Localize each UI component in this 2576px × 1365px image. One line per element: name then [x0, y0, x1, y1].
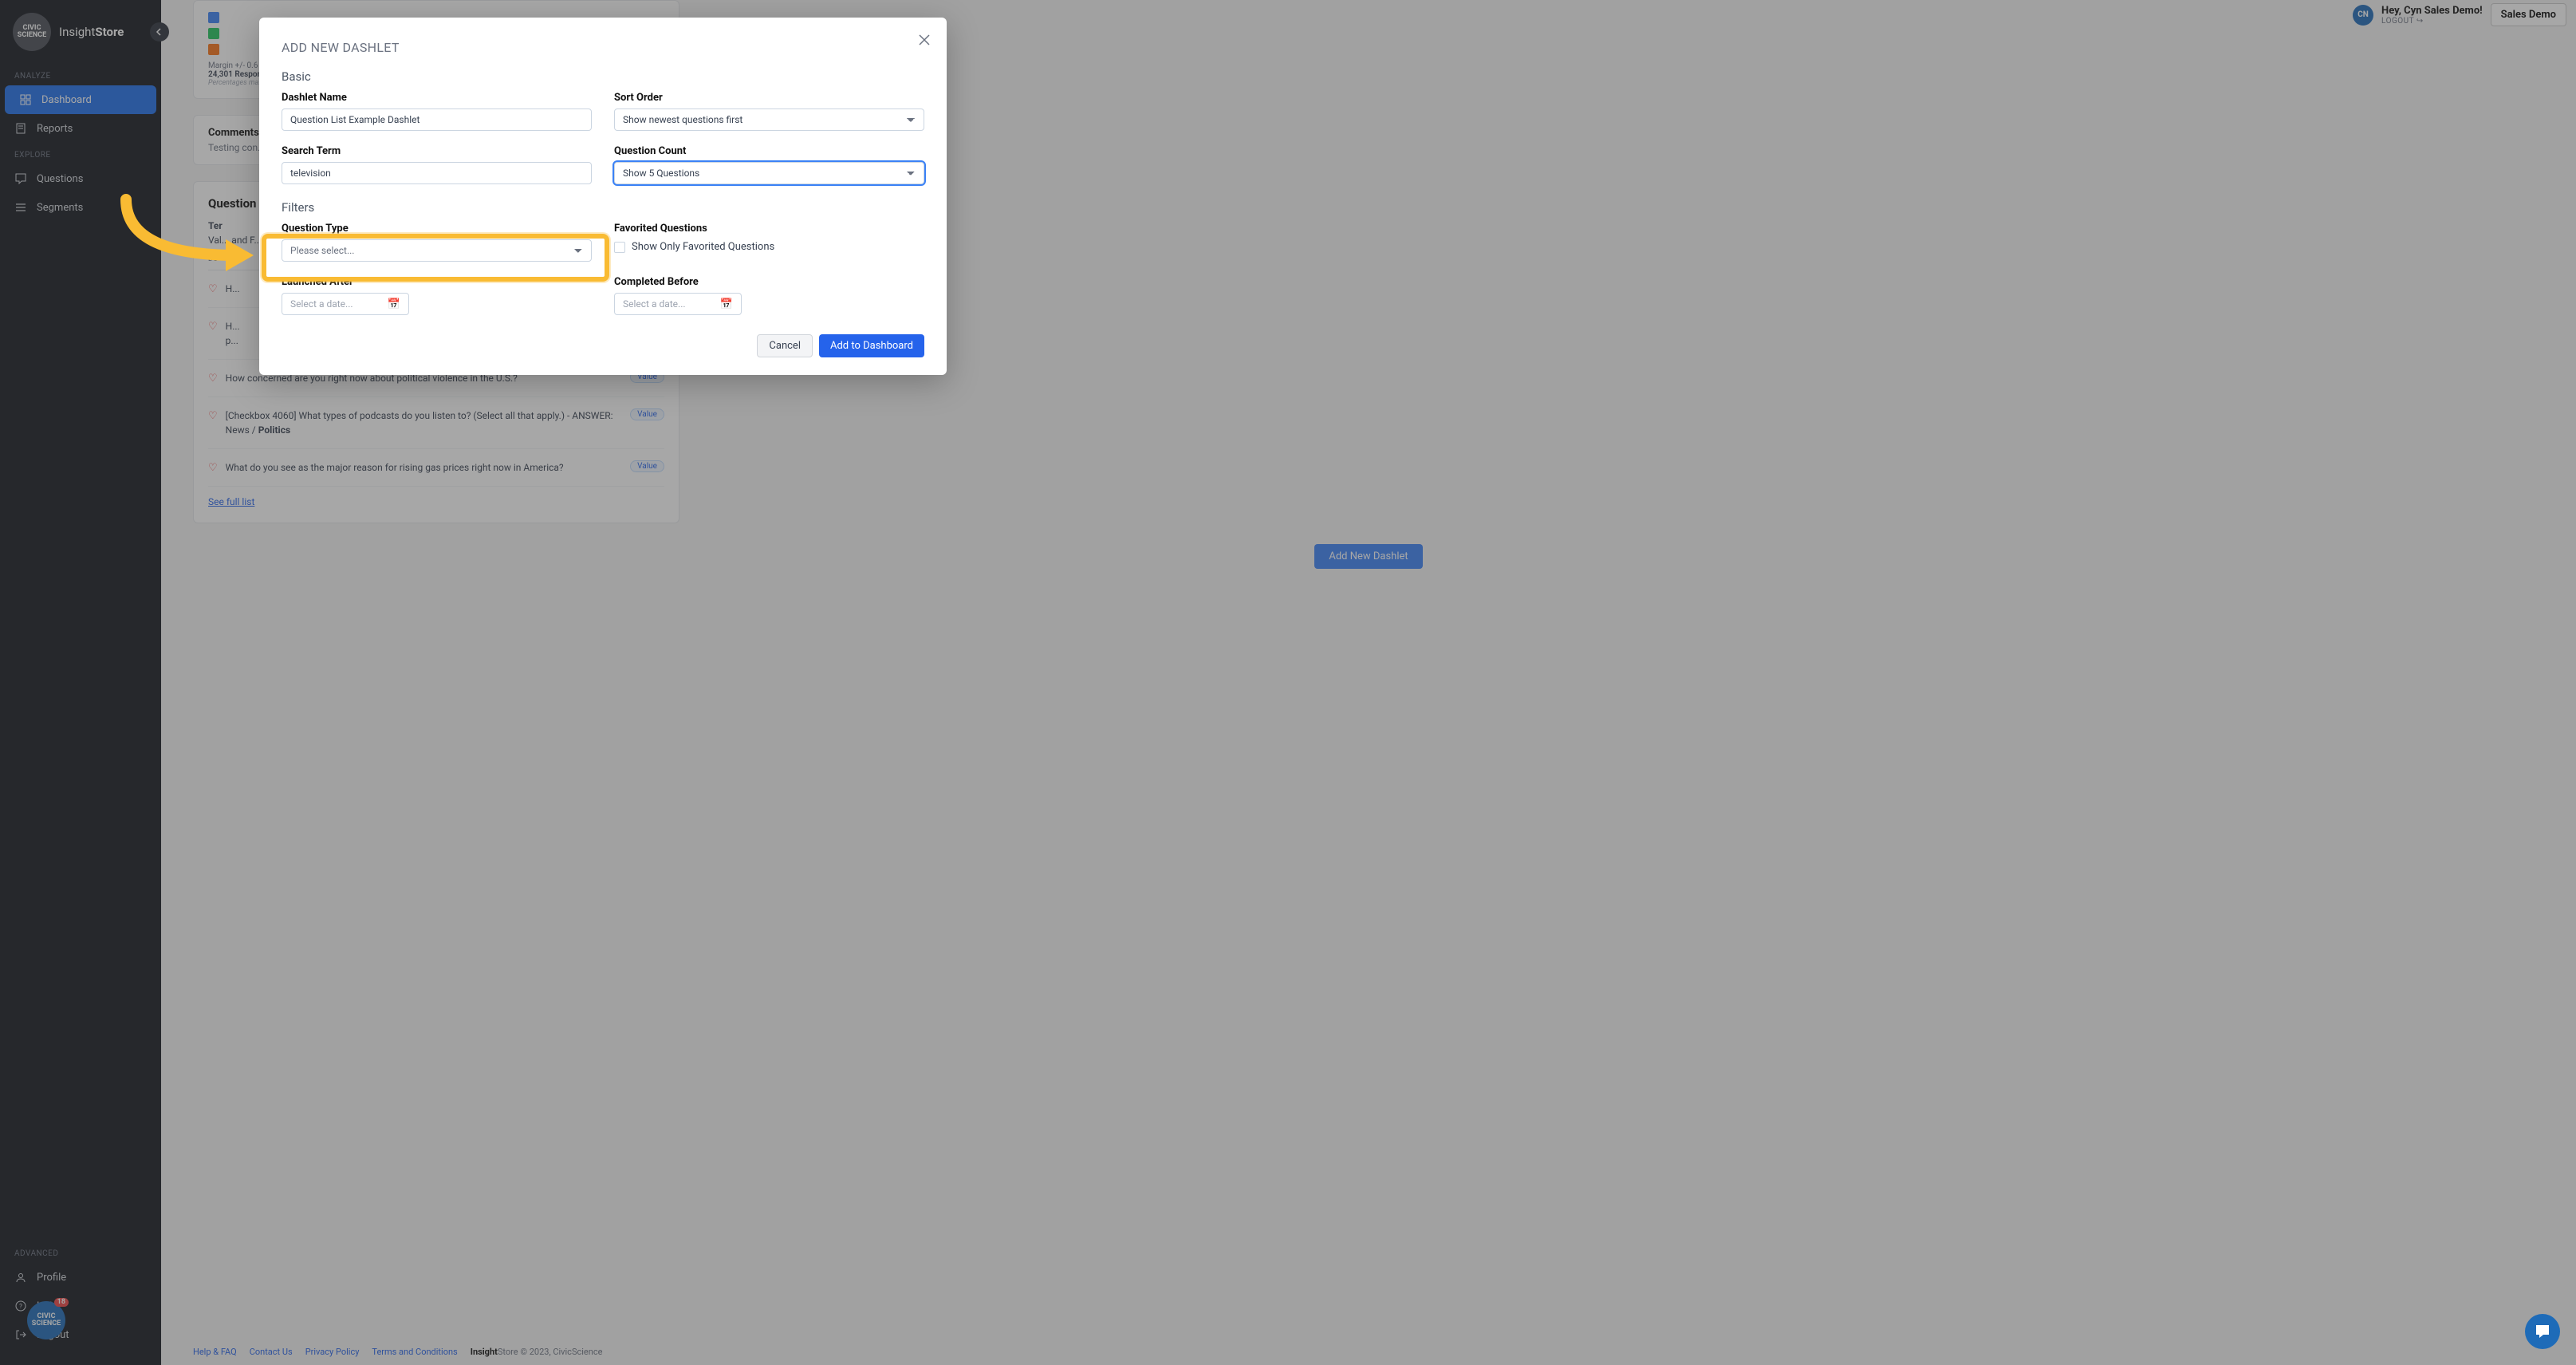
chat-icon	[2534, 1323, 2551, 1340]
input-launched-after[interactable]: Select a date... 📅	[282, 293, 409, 315]
intercom-launcher[interactable]	[2525, 1314, 2560, 1349]
calendar-icon: 📅	[720, 298, 733, 310]
label-completed-before: Completed Before	[614, 276, 924, 288]
input-dashlet-name[interactable]	[282, 108, 592, 131]
label-favorited: Favorited Questions	[614, 223, 924, 235]
section-basic: Basic	[282, 69, 924, 84]
select-question-type[interactable]: Please select...	[282, 239, 592, 262]
label-question-count: Question Count	[614, 145, 924, 157]
field-sort-order: Sort Order Show newest questions first	[614, 92, 924, 131]
modal-title: ADD NEW DASHLET	[282, 40, 924, 55]
select-question-count[interactable]: Show 5 Questions	[614, 162, 924, 184]
label-search-term: Search Term	[282, 145, 592, 157]
add-dashlet-modal: ADD NEW DASHLET Basic Dashlet Name Sort …	[259, 18, 947, 375]
input-search-term[interactable]	[282, 162, 592, 184]
field-question-type: Question Type Please select...	[282, 223, 592, 262]
field-question-count: Question Count Show 5 Questions	[614, 145, 924, 184]
calendar-icon: 📅	[388, 298, 400, 310]
label-dashlet-name: Dashlet Name	[282, 92, 592, 104]
label-question-type: Question Type	[282, 223, 592, 235]
checkbox-favorited[interactable]	[614, 242, 625, 253]
field-dashlet-name: Dashlet Name	[282, 92, 592, 131]
label-sort-order: Sort Order	[614, 92, 924, 104]
add-to-dashboard-button[interactable]: Add to Dashboard	[819, 334, 924, 357]
field-completed-before: Completed Before Select a date... 📅	[614, 276, 924, 315]
label-launched-after: Launched After	[282, 276, 592, 288]
field-search-term: Search Term	[282, 145, 592, 184]
close-icon	[919, 34, 930, 45]
input-completed-before[interactable]: Select a date... 📅	[614, 293, 742, 315]
modal-actions: Cancel Add to Dashboard	[282, 334, 924, 357]
select-sort-order[interactable]: Show newest questions first	[614, 108, 924, 131]
cancel-button[interactable]: Cancel	[757, 334, 813, 357]
close-button[interactable]	[916, 32, 932, 48]
field-favorited: Favorited Questions Show Only Favorited …	[614, 223, 924, 262]
section-filters: Filters	[282, 200, 924, 215]
field-launched-after: Launched After Select a date... 📅	[282, 276, 592, 315]
checkbox-label-favorited: Show Only Favorited Questions	[632, 241, 774, 253]
